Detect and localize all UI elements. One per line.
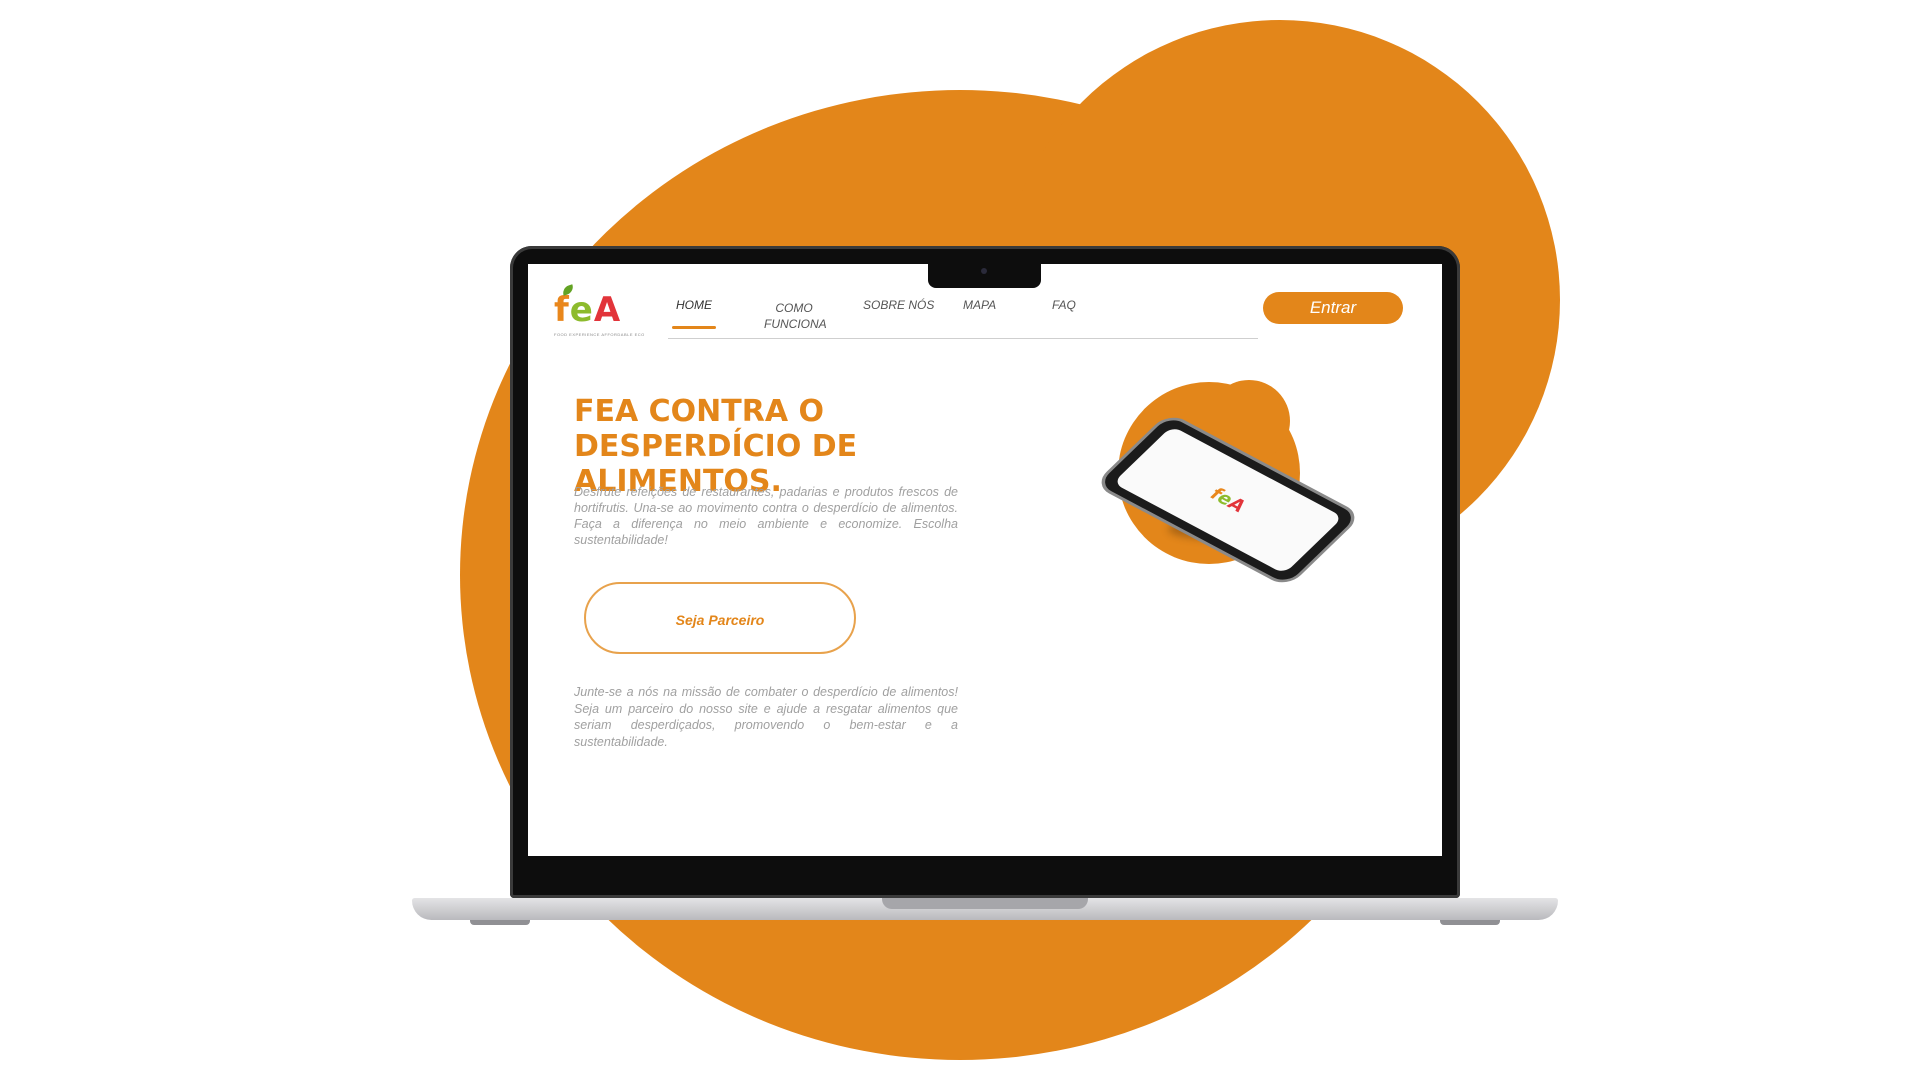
nav-sobre-nos[interactable]: SOBRE NÓS: [863, 298, 934, 312]
logo-letter-e: e: [569, 290, 593, 330]
logo-tagline: FOOD EXPERIENCE AFFORDABLE ECO: [554, 332, 645, 337]
site-logo[interactable]: f e A FOOD EXPERIENCE AFFORDABLE ECO: [554, 284, 645, 352]
phone-screen: feA: [1112, 425, 1344, 575]
nav-como-funciona[interactable]: COMO FUNCIONA: [764, 300, 827, 332]
laptop-base-groove: [882, 898, 1088, 909]
laptop-screen: f e A FOOD EXPERIENCE AFFORDABLE ECO HOM…: [528, 264, 1442, 856]
nav-active-indicator: [672, 326, 716, 329]
phone-app-logo: feA: [1205, 484, 1251, 515]
nav-mapa[interactable]: MAPA: [963, 298, 996, 312]
hero-description: Desfrute refeições de restaurantes, pada…: [574, 485, 958, 547]
logo-letter-a: A: [593, 290, 621, 330]
main-nav: HOME COMO FUNCIONA SOBRE NÓS MAPA FAQ: [668, 298, 1258, 339]
seja-parceiro-button[interactable]: Seja Parceiro: [584, 582, 856, 654]
logo-letters: f e A: [554, 292, 644, 328]
entrar-button[interactable]: Entrar: [1263, 292, 1403, 324]
mission-text: Junte-se a nós na missão de combater o d…: [574, 685, 958, 749]
laptop-notch: [928, 262, 1041, 288]
laptop-base: [412, 898, 1558, 920]
nav-home[interactable]: HOME: [676, 298, 712, 312]
logo-letter-f: f: [554, 290, 569, 330]
camera-icon: [981, 268, 987, 274]
laptop-foot-left: [470, 920, 530, 925]
nav-faq[interactable]: FAQ: [1052, 298, 1076, 312]
laptop-foot-right: [1440, 920, 1500, 925]
